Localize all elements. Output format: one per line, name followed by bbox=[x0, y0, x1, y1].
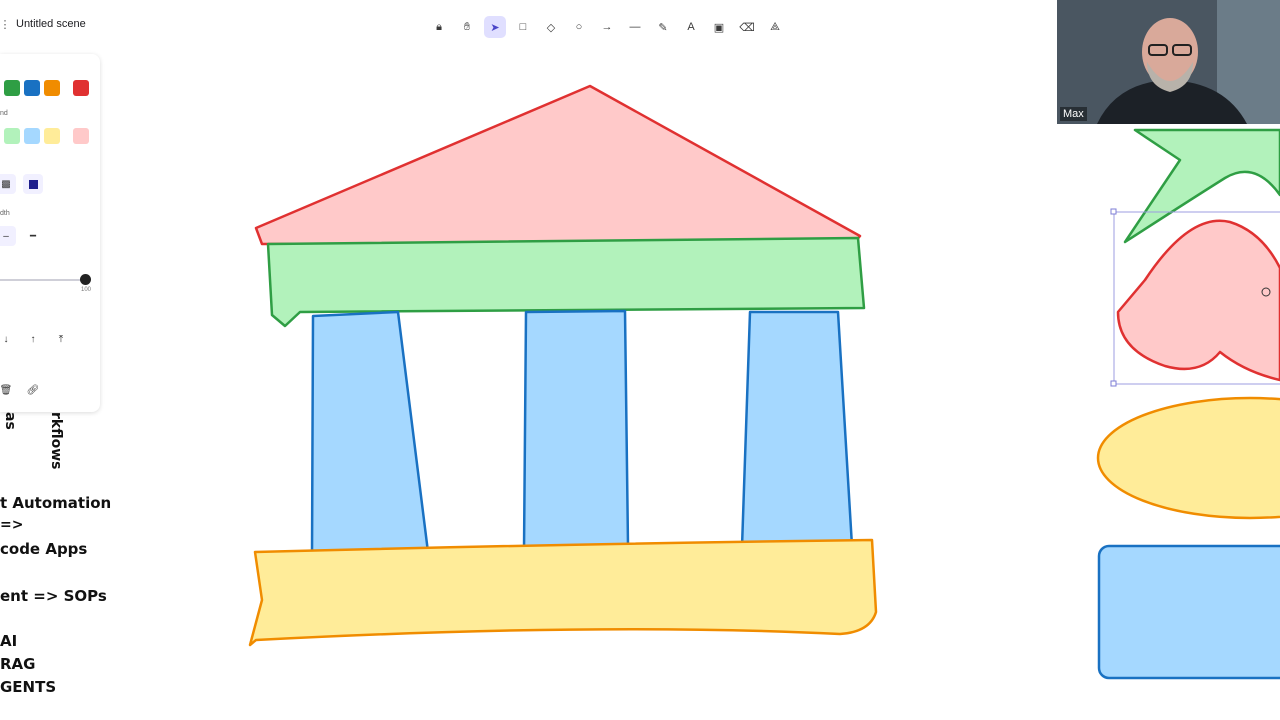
selection-handle[interactable] bbox=[1110, 380, 1117, 387]
background-color-swatch[interactable] bbox=[4, 128, 20, 144]
eraser-icon[interactable]: ⌫ bbox=[736, 16, 758, 38]
selection-handle[interactable] bbox=[1110, 208, 1117, 215]
participant-avatar bbox=[1057, 0, 1280, 124]
stroke-color-swatch[interactable] bbox=[73, 80, 89, 96]
stroke-color-swatch[interactable] bbox=[24, 80, 40, 96]
text-icon[interactable]: A bbox=[680, 16, 702, 38]
ellipse-icon[interactable]: ○ bbox=[568, 16, 590, 38]
yellow-ellipse-shape[interactable] bbox=[1096, 396, 1280, 520]
pencil-icon[interactable]: ✎ bbox=[652, 16, 674, 38]
stroke-width-label: dth bbox=[0, 210, 10, 217]
fill-hachure-button[interactable]: ▩ bbox=[0, 174, 16, 194]
stroke-color-swatch[interactable] bbox=[4, 80, 20, 96]
delete-icon[interactable]: 🗑︎ bbox=[0, 380, 16, 400]
background-color-swatch[interactable] bbox=[44, 128, 60, 144]
fill-solid-button[interactable] bbox=[23, 174, 43, 194]
background-label: nd bbox=[0, 110, 8, 117]
menu-icon[interactable]: ⋮ bbox=[0, 16, 11, 32]
bring-forward-icon[interactable]: ↑ bbox=[23, 329, 43, 349]
image-icon[interactable]: ▣ bbox=[708, 16, 730, 38]
temple-column-right[interactable] bbox=[740, 310, 854, 549]
cursor-icon[interactable]: ➤ bbox=[484, 16, 506, 38]
link-icon[interactable]: 🔗︎ bbox=[23, 380, 43, 400]
red-blob-shape[interactable] bbox=[1116, 219, 1280, 382]
scene-title-bar: ⋮ Untitled scene bbox=[0, 14, 86, 34]
temple-column-left[interactable] bbox=[310, 310, 430, 558]
background-color-swatch[interactable] bbox=[24, 128, 40, 144]
line-icon[interactable]: — bbox=[624, 16, 646, 38]
opacity-slider-track[interactable] bbox=[0, 279, 86, 281]
hand-icon[interactable]: ✋︎ bbox=[456, 16, 478, 38]
rectangle-icon[interactable]: □ bbox=[512, 16, 534, 38]
opacity-slider-thumb[interactable] bbox=[80, 274, 91, 285]
bring-to-front-icon[interactable]: ⤒ bbox=[51, 329, 71, 349]
opacity-max-label: 100 bbox=[81, 287, 92, 293]
temple-column-middle[interactable] bbox=[522, 309, 630, 552]
lock-icon[interactable]: 🔒︎ bbox=[428, 16, 450, 38]
stroke-thin-button[interactable]: – bbox=[0, 226, 16, 246]
properties-panel: nd ▩ dth – ━ 100 ↓ ↑ ⤒ 🗑︎ 🔗︎ bbox=[0, 54, 100, 412]
shapes-library-icon[interactable]: ⟁ bbox=[764, 16, 786, 38]
stroke-bold-button[interactable]: ━ bbox=[23, 226, 43, 246]
scene-title[interactable]: Untitled scene bbox=[16, 18, 86, 30]
temple-base[interactable] bbox=[248, 538, 878, 647]
participant-video[interactable]: Max bbox=[1057, 0, 1280, 124]
arrow-icon[interactable]: → bbox=[596, 16, 618, 38]
participant-name: Max bbox=[1060, 107, 1087, 121]
blue-rectangle-shape[interactable] bbox=[1097, 544, 1280, 680]
diamond-icon[interactable]: ◇ bbox=[540, 16, 562, 38]
send-backward-icon[interactable]: ↓ bbox=[0, 329, 16, 349]
temple-roof[interactable] bbox=[254, 84, 862, 246]
main-toolbar: 🔒︎ ✋︎ ➤ □ ◇ ○ → — ✎ A ▣ ⌫ ⟁ bbox=[422, 12, 802, 42]
background-color-swatch[interactable] bbox=[73, 128, 89, 144]
stroke-color-swatch[interactable] bbox=[44, 80, 60, 96]
